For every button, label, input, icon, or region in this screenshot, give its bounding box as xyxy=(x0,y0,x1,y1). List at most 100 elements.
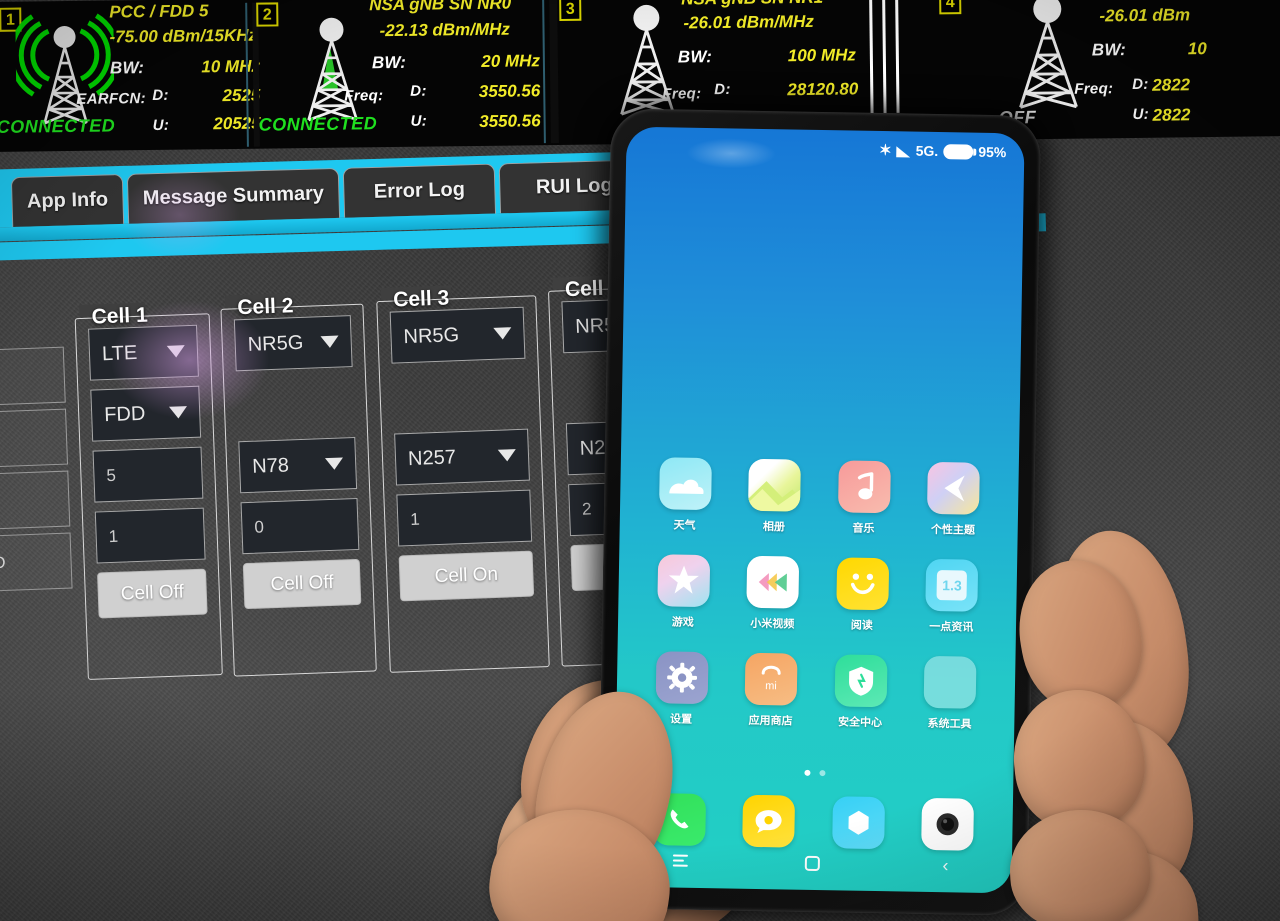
browser-icon[interactable] xyxy=(831,796,885,850)
cell-2-tech-value: NR5G xyxy=(247,331,304,356)
signal-bars-icon xyxy=(896,145,911,158)
cell-1-tech-value: LTE xyxy=(101,341,138,365)
app-gallery[interactable]: 相册 xyxy=(729,458,820,535)
app-themes[interactable]: 个性主题 xyxy=(908,461,999,539)
cell-4-dl-value: 2822 xyxy=(1152,75,1191,95)
cell-1-band-input[interactable]: 5 xyxy=(92,446,204,503)
label-cell-type: pe xyxy=(0,346,66,408)
cell-1-power: -75.00 dBm/15KHz xyxy=(109,25,258,47)
cell-index-badge-4: 4 xyxy=(939,0,962,15)
cell-2-bw-value: 20 MHz xyxy=(481,51,541,71)
chevron-down-icon xyxy=(168,406,188,419)
nav-back-icon[interactable]: ‹ xyxy=(942,855,948,875)
app-grid: 天气 相册 音乐 个性主题 游戏 小米视频 阅读 1.3 一点资讯 设置 mi … xyxy=(616,457,1019,733)
camera-icon[interactable] xyxy=(921,797,975,851)
cell-4-freq-label: Freq: xyxy=(1074,80,1114,98)
cell-2-dl-value: 3550.56 xyxy=(478,81,541,101)
cell-divider-3b xyxy=(882,0,887,114)
cell-3-band-value: N257 xyxy=(407,445,457,470)
app-label: 一点资讯 xyxy=(929,620,974,634)
cell-4-ul-label: U: xyxy=(1132,105,1150,123)
app-label: 阅读 xyxy=(850,619,873,632)
weather-icon xyxy=(658,457,712,511)
cell-2-band-select[interactable]: N78 xyxy=(238,436,358,494)
chevron-down-icon xyxy=(166,345,186,358)
network-label: 5G. xyxy=(915,142,939,160)
cell-3-bw-label: BW: xyxy=(677,47,713,67)
app-label: 游戏 xyxy=(671,616,694,629)
cell-1-toggle-button[interactable]: Cell Off xyxy=(97,568,208,619)
cell-1-status: CONNECTED xyxy=(0,115,116,137)
cell-tower-icon-1 xyxy=(15,13,115,125)
cell-1-cellid-input[interactable]: 1 xyxy=(94,507,206,564)
cell-3-toggle-button[interactable]: Cell On xyxy=(398,550,535,602)
cell-divider-3a xyxy=(869,0,874,114)
cell-index-badge-2: 2 xyxy=(256,2,279,27)
label-band xyxy=(0,470,71,532)
cell-2-ul-value: 3550.56 xyxy=(479,111,541,131)
app-label: 音乐 xyxy=(852,522,875,535)
nav-menu-icon[interactable] xyxy=(672,852,688,870)
cell-2-tech-select[interactable]: NR5G xyxy=(233,315,353,372)
page-dot[interactable] xyxy=(818,770,825,777)
cell-1-duplex-value: FDD xyxy=(103,402,146,426)
app-weather[interactable]: 天气 xyxy=(640,457,731,534)
app-mi-video[interactable]: 小米视频 xyxy=(727,555,818,632)
page-dot-active[interactable] xyxy=(803,769,810,776)
app-label: 安全中心 xyxy=(837,716,883,730)
cell-3-header: NSA gNB SN NR1 xyxy=(681,0,823,9)
battery-percent: 95% xyxy=(978,143,1007,161)
phone-nav-bar: ‹ xyxy=(614,844,1012,881)
app-store[interactable]: mi 应用商店 xyxy=(726,652,817,729)
games-icon xyxy=(657,554,710,608)
cell-1-bw-value: 10 MHz xyxy=(201,56,261,77)
cell-4-bw-value: 10 xyxy=(1187,39,1207,59)
label-cell-id: Cell ID xyxy=(0,532,73,594)
app-settings[interactable]: 设置 xyxy=(636,651,727,728)
svg-text:mi: mi xyxy=(765,680,777,692)
cell-status-2: 2 NSA gNB SN NR0 -22.13 dBm/MHz BW: 20 M… xyxy=(256,0,553,149)
cell-4-cellid-value: 2 xyxy=(581,499,592,519)
cell-3-tech-select[interactable]: NR5G xyxy=(389,306,526,364)
tab-app-info[interactable]: App Info xyxy=(10,173,125,228)
tab-message-summary[interactable]: Message Summary xyxy=(126,167,341,224)
cell-4-dl-label: D: xyxy=(1132,75,1149,93)
cell-1-duplex-select[interactable]: FDD xyxy=(90,385,202,442)
app-games[interactable]: 游戏 xyxy=(638,554,729,631)
cell-2-band-value: N78 xyxy=(251,453,290,478)
app-system-tools[interactable]: 系统工具 xyxy=(905,655,996,733)
app-reading[interactable]: 阅读 xyxy=(817,557,908,634)
tab-app-info-label: App Info xyxy=(26,188,109,213)
cell-2-bw-label: BW: xyxy=(371,52,407,73)
app-label: 个性主题 xyxy=(930,523,976,537)
tab-error-log[interactable]: Error Log xyxy=(342,163,497,218)
app-label: 设置 xyxy=(670,713,693,726)
nav-home-icon[interactable] xyxy=(805,855,821,871)
cell-1-header: PCC / FDD 5 xyxy=(109,1,209,22)
cell-index-badge-3: 3 xyxy=(559,0,582,21)
smartphone: ✶ 5G. 95% 天气 相册 音乐 个性主题 游戏 小米视频 阅读 1.3 一… xyxy=(597,108,1041,916)
cell-2-toggle-button[interactable]: Cell Off xyxy=(242,558,362,610)
battery-icon xyxy=(943,143,974,160)
app-yidian-news[interactable]: 1.3 一点资讯 xyxy=(906,558,997,636)
phone-screen[interactable]: ✶ 5G. 95% 天气 相册 音乐 个性主题 游戏 小米视频 阅读 1.3 一… xyxy=(613,126,1025,894)
tab-message-summary-label: Message Summary xyxy=(142,182,325,210)
config-row-labels: pe Mode Cell ID xyxy=(0,346,73,600)
system-tools-folder-icon xyxy=(923,655,977,709)
cell-3-band-select[interactable]: N257 xyxy=(394,428,530,486)
messages-icon[interactable] xyxy=(742,794,796,848)
cell-1-tech-select[interactable]: LTE xyxy=(88,324,199,381)
cell-3-cellid-input[interactable]: 1 xyxy=(396,489,533,547)
app-music[interactable]: 音乐 xyxy=(819,460,910,537)
label-duplex-mode: Mode xyxy=(0,408,69,470)
app-security[interactable]: 安全中心 xyxy=(815,654,906,731)
cell-2-cellid-input[interactable]: 0 xyxy=(240,497,360,555)
cell-2-power: -22.13 dBm/MHz xyxy=(379,19,510,41)
cell-1-bw-label: BW: xyxy=(109,58,145,78)
cell-2-cellid-value: 0 xyxy=(254,517,265,537)
cell-1-cellid-value: 1 xyxy=(108,526,119,547)
security-shield-icon xyxy=(834,654,888,708)
music-icon xyxy=(837,460,891,514)
cell-3-dl-value: 28120.80 xyxy=(787,79,859,100)
phone-dialer-icon[interactable] xyxy=(652,793,706,847)
